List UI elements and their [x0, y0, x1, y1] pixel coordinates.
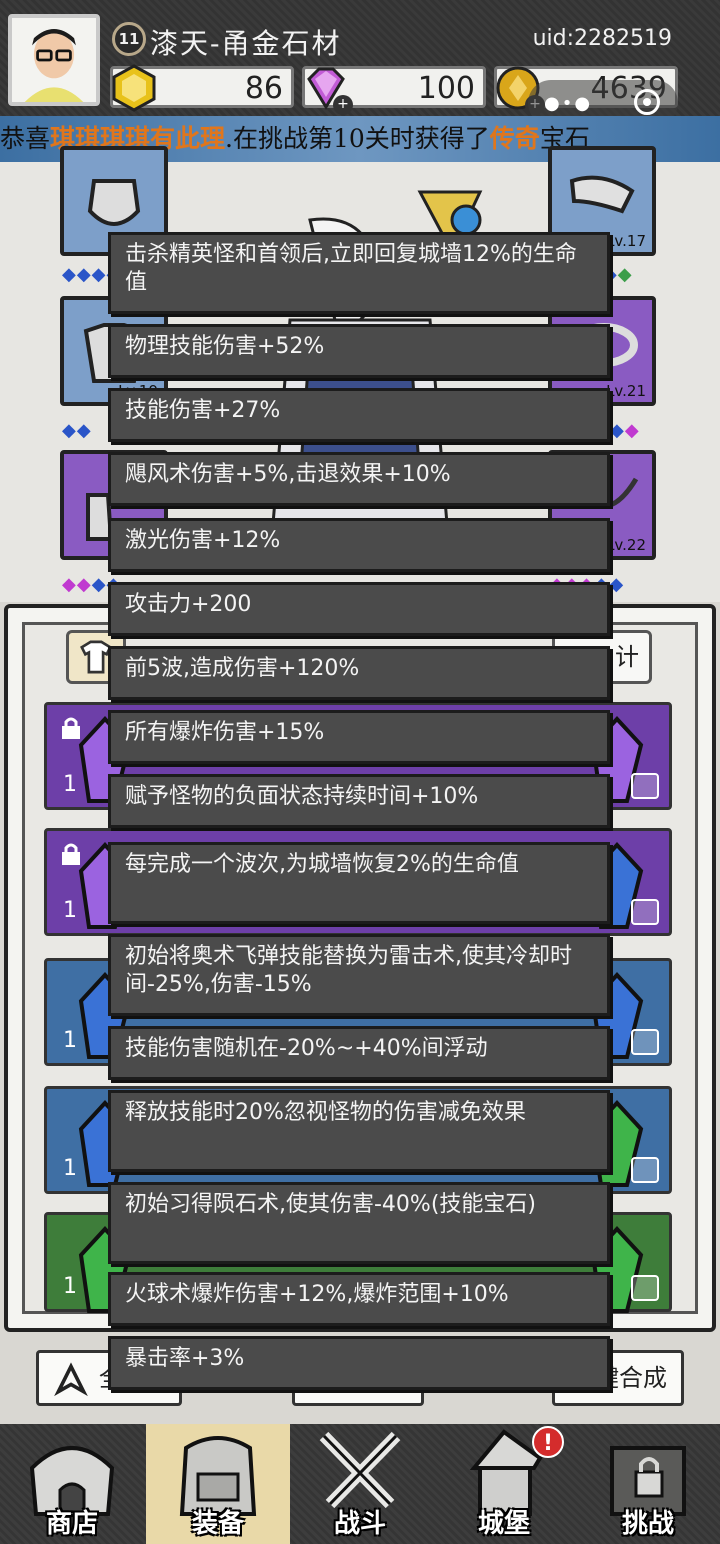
bottom-nav: 商店 装备 战斗 ! 城堡 挑战 — [0, 1424, 720, 1544]
avatar-image — [12, 18, 96, 102]
nav-battle-label: 战斗 — [333, 1509, 386, 1539]
affix-item: 暴击率+3% — [108, 1336, 610, 1390]
ring-type-icon — [631, 1275, 659, 1301]
gem-count: 1 — [63, 772, 77, 797]
player-uid: uid:2282519 — [532, 26, 672, 51]
affix-item: 攻击力+200 — [108, 582, 610, 636]
nav-challenge-label: 挑战 — [621, 1509, 674, 1539]
necklace-type-icon — [631, 1029, 659, 1055]
gem-count: 1 — [63, 1156, 77, 1181]
announce-rarity: 传奇 — [489, 124, 540, 153]
nav-shop-label: 商店 — [45, 1509, 98, 1539]
gem-socket-row: ◆◆ — [610, 420, 640, 441]
gold-hexagon-icon — [112, 64, 156, 112]
affix-item: 所有爆炸伤害+15% — [108, 710, 610, 764]
nav-castle[interactable]: ! 城堡 — [432, 1424, 576, 1544]
affix-item: 初始习得陨石术,使其伤害-40%(技能宝石) — [108, 1182, 610, 1264]
affix-item: 技能伤害+27% — [108, 388, 610, 442]
gem-count: 1 — [63, 1028, 77, 1053]
nav-battle[interactable]: 战斗 — [288, 1424, 432, 1544]
affix-item: 释放技能时20%忽视怪物的伤害减免效果 — [108, 1090, 610, 1172]
affix-item: 飓风术伤害+5%,击退效果+10% — [108, 452, 610, 506]
player-name: 漆天-甬金石材 — [150, 27, 342, 60]
nav-equipment[interactable]: 装备 — [146, 1424, 290, 1544]
player-level-badge: 11 — [112, 22, 146, 56]
affix-item: 技能伤害随机在-20%~+40%间浮动 — [108, 1026, 610, 1080]
slot-level: Lv.22 — [606, 536, 646, 554]
gem-count: 1 — [63, 898, 77, 923]
nav-shop[interactable]: 商店 — [0, 1424, 144, 1544]
gem-count: 1 — [63, 1274, 77, 1299]
affix-item: 每完成一个波次,为城墙恢复2%的生命值 — [108, 842, 610, 924]
slot-level: Lv.21 — [606, 382, 646, 400]
armor-type-icon — [631, 899, 659, 925]
up-arrow-icon — [54, 1362, 88, 1397]
affix-item: 火球术爆炸伤害+12%,爆炸范围+10% — [108, 1272, 610, 1326]
nav-challenge[interactable]: 挑战 — [576, 1424, 720, 1544]
diamond-counter[interactable]: + 100 — [302, 66, 486, 115]
affix-item: 前5波,造成伤害+120% — [108, 646, 610, 700]
gold-hex-value: 86 — [244, 71, 283, 106]
affix-item: 激光伤害+12% — [108, 518, 610, 572]
affix-item: 赋予怪物的负面状态持续时间+10% — [108, 774, 610, 828]
announce-prefix: 恭喜 — [0, 124, 51, 153]
player-avatar[interactable] — [8, 14, 100, 106]
more-options-icon[interactable]: ●•● — [544, 93, 592, 114]
affix-item: 初始将奥术飞弹技能替换为雷击术,使其冷却时间-25%,伤害-15% — [108, 934, 610, 1016]
gold-hex-counter[interactable]: 86 — [110, 64, 294, 112]
armor-type-icon — [631, 1157, 659, 1183]
affix-item: 击杀精英怪和首领后,立即回复城墙12%的生命值 — [108, 232, 610, 314]
nav-equipment-label: 装备 — [191, 1509, 244, 1539]
gem-socket-row: ◆◆ — [62, 420, 92, 441]
castle-alert-badge: ! — [532, 1426, 564, 1458]
top-header: 11 漆天-甬金石材 uid:2282519 86 + 100 + 4639 ●… — [0, 0, 720, 126]
nav-castle-label: 城堡 — [477, 1509, 530, 1539]
diamond-value: 100 — [417, 71, 475, 106]
add-diamond-icon[interactable]: + — [333, 95, 353, 115]
ring-type-icon — [631, 773, 659, 799]
affix-item: 物理技能伤害+52% — [108, 324, 610, 378]
announce-middle: .在挑战第10关时获得了 — [225, 124, 490, 153]
slot-level: Lv.17 — [606, 232, 646, 250]
close-miniprogram-icon[interactable] — [634, 89, 660, 115]
